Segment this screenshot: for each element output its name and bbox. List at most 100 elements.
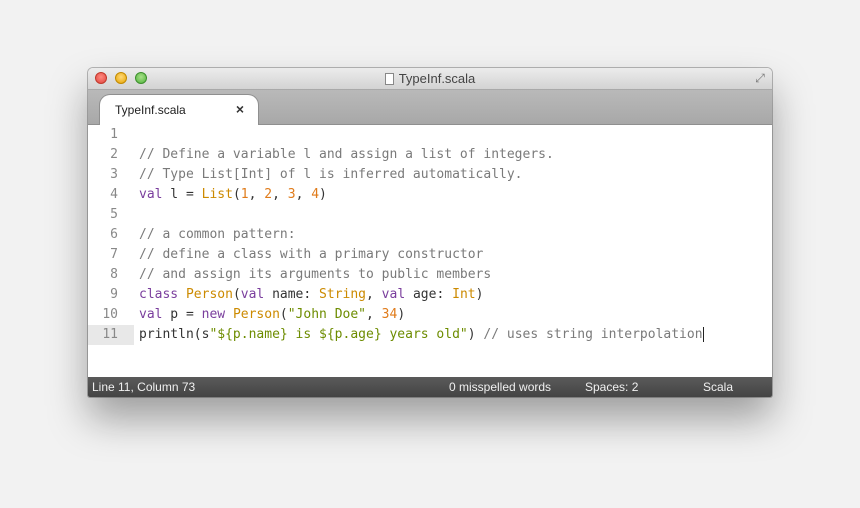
code-token: ( <box>232 287 241 302</box>
line-number: 4 <box>88 185 134 205</box>
code-token: ) <box>467 327 484 342</box>
code-text: val l = List(1, 2, 3, 4) <box>139 185 327 205</box>
line-number: 6 <box>88 225 134 245</box>
code-token: p = <box>162 307 202 322</box>
line-number: 3 <box>88 165 134 185</box>
code-text: println(s"${p.name} is ${p.age} years ol… <box>139 325 704 345</box>
code-token: List <box>201 187 233 202</box>
code-line[interactable]: 3 // Type List[Int] of l is inferred auto… <box>88 165 772 185</box>
line-number: 1 <box>88 125 134 145</box>
code-token: Person <box>232 307 280 322</box>
tab-typeinf-scala[interactable]: TypeInf.scala × <box>100 95 258 125</box>
code-token: , <box>248 187 265 202</box>
code-token: Person <box>185 287 233 302</box>
code-token: ( <box>279 307 288 322</box>
code-token: println(s <box>139 327 210 342</box>
line-number-text: 10 <box>102 307 118 322</box>
line-number-text: 8 <box>110 267 118 282</box>
code-token: // and assign its arguments to public me… <box>139 267 492 282</box>
code-token: String <box>319 287 367 302</box>
code-token: val <box>139 187 163 202</box>
line-number: 11 <box>88 325 134 345</box>
code-line[interactable]: 4 val l = List(1, 2, 3, 4) <box>88 185 772 205</box>
code-token: l = <box>162 187 202 202</box>
code-line[interactable]: 9 class Person(val name: String, val age:… <box>88 285 772 305</box>
title-bar[interactable]: TypeInf.scala ⤢ <box>88 68 772 90</box>
code-token: // a common pattern: <box>139 227 296 242</box>
code-token: 2 <box>264 187 273 202</box>
code-token: , <box>366 287 382 302</box>
code-token: 4 <box>311 187 320 202</box>
tab-close-icon[interactable]: × <box>236 101 244 117</box>
code-token: , <box>295 187 312 202</box>
editor-window: TypeInf.scala ⤢ TypeInf.scala × 1 2// Def… <box>88 68 772 397</box>
code-token: Int <box>452 287 476 302</box>
spelling-status: 0 misspelled words <box>449 380 552 394</box>
code-token: ) <box>397 307 406 322</box>
indentation-setting[interactable]: Spaces: 2 <box>585 377 638 397</box>
text-caret <box>702 327 704 342</box>
code-token: , <box>272 187 288 202</box>
code-text: // Type List[Int] of l is inferred autom… <box>139 165 523 185</box>
syntax-selector[interactable]: Scala <box>703 377 733 397</box>
code-token: val <box>139 307 163 322</box>
line-number: 10 <box>88 305 134 325</box>
code-line[interactable]: 1 <box>88 125 772 145</box>
code-line[interactable]: 7 // define a class with a primary constr… <box>88 245 772 265</box>
tab-bar: TypeInf.scala × <box>88 90 772 125</box>
fullscreen-icon[interactable]: ⤢ <box>753 71 767 85</box>
code-text: // define a class with a primary constru… <box>139 245 483 265</box>
code-token: ) <box>475 287 484 302</box>
code-line[interactable]: 5 <box>88 205 772 225</box>
code-token: ) <box>319 187 327 202</box>
code-token: 3 <box>287 187 296 202</box>
line-number-text: 6 <box>110 227 118 242</box>
code-text: // a common pattern: <box>139 225 296 245</box>
code-token: new <box>201 307 226 322</box>
code-token: val <box>240 287 265 302</box>
code-text: // and assign its arguments to public me… <box>139 265 491 285</box>
line-number: 5 <box>88 205 134 225</box>
code-token: // Type List[Int] of l is inferred autom… <box>139 167 523 182</box>
line-number-text: 4 <box>110 187 118 202</box>
code-token: "${p.name} is ${p.age} years old" <box>209 327 468 342</box>
document-icon <box>384 72 394 85</box>
code-line[interactable]: 10 val p = new Person("John Doe", 34) <box>88 305 772 325</box>
code-token: val <box>381 287 406 302</box>
code-line[interactable]: 8 // and assign its arguments to public m… <box>88 265 772 285</box>
code-token: // define a class with a primary constru… <box>139 247 484 262</box>
tab-label: TypeInf.scala <box>115 103 186 117</box>
code-token: name: <box>264 287 320 302</box>
code-token: , <box>366 307 382 322</box>
line-number-text: 1 <box>110 127 118 142</box>
code-line[interactable]: 11 println(s"${p.name} is ${p.age} years … <box>88 325 772 345</box>
code-token: 1 <box>240 187 249 202</box>
code-token: // uses string interpolation <box>483 327 703 342</box>
code-text: // Define a variable l and assign a list… <box>139 145 554 165</box>
line-number: 2 <box>88 145 134 165</box>
code-text: class Person(val name: String, val age: … <box>139 285 483 305</box>
code-line[interactable]: 2 // Define a variable l and assign a lis… <box>88 145 772 165</box>
line-number: 7 <box>88 245 134 265</box>
line-number-text: 3 <box>110 167 118 182</box>
line-number-text: 5 <box>110 207 118 222</box>
code-token: ( <box>232 187 241 202</box>
code-token: "John Doe" <box>287 307 367 322</box>
status-bar: Line 11, Column 73 0 misspelled words Sp… <box>88 377 772 397</box>
line-number-text: 9 <box>110 287 118 302</box>
code-token: class <box>139 287 179 302</box>
code-editor[interactable]: 1 2// Define a variable l and assign a li… <box>88 125 772 377</box>
line-number-text: 7 <box>110 247 118 262</box>
line-number-text: 2 <box>110 147 118 162</box>
code-token: age: <box>405 287 453 302</box>
code-text: val p = new Person("John Doe", 34) <box>139 305 405 325</box>
cursor-position: Line 11, Column 73 <box>92 380 196 394</box>
line-number-text: 11 <box>102 327 118 342</box>
line-number: 8 <box>88 265 134 285</box>
code-line[interactable]: 6 // a common pattern: <box>88 225 772 245</box>
line-number: 9 <box>88 285 134 305</box>
window-title: TypeInf.scala <box>398 71 476 86</box>
code-token: // Define a variable l and assign a list… <box>139 147 554 162</box>
